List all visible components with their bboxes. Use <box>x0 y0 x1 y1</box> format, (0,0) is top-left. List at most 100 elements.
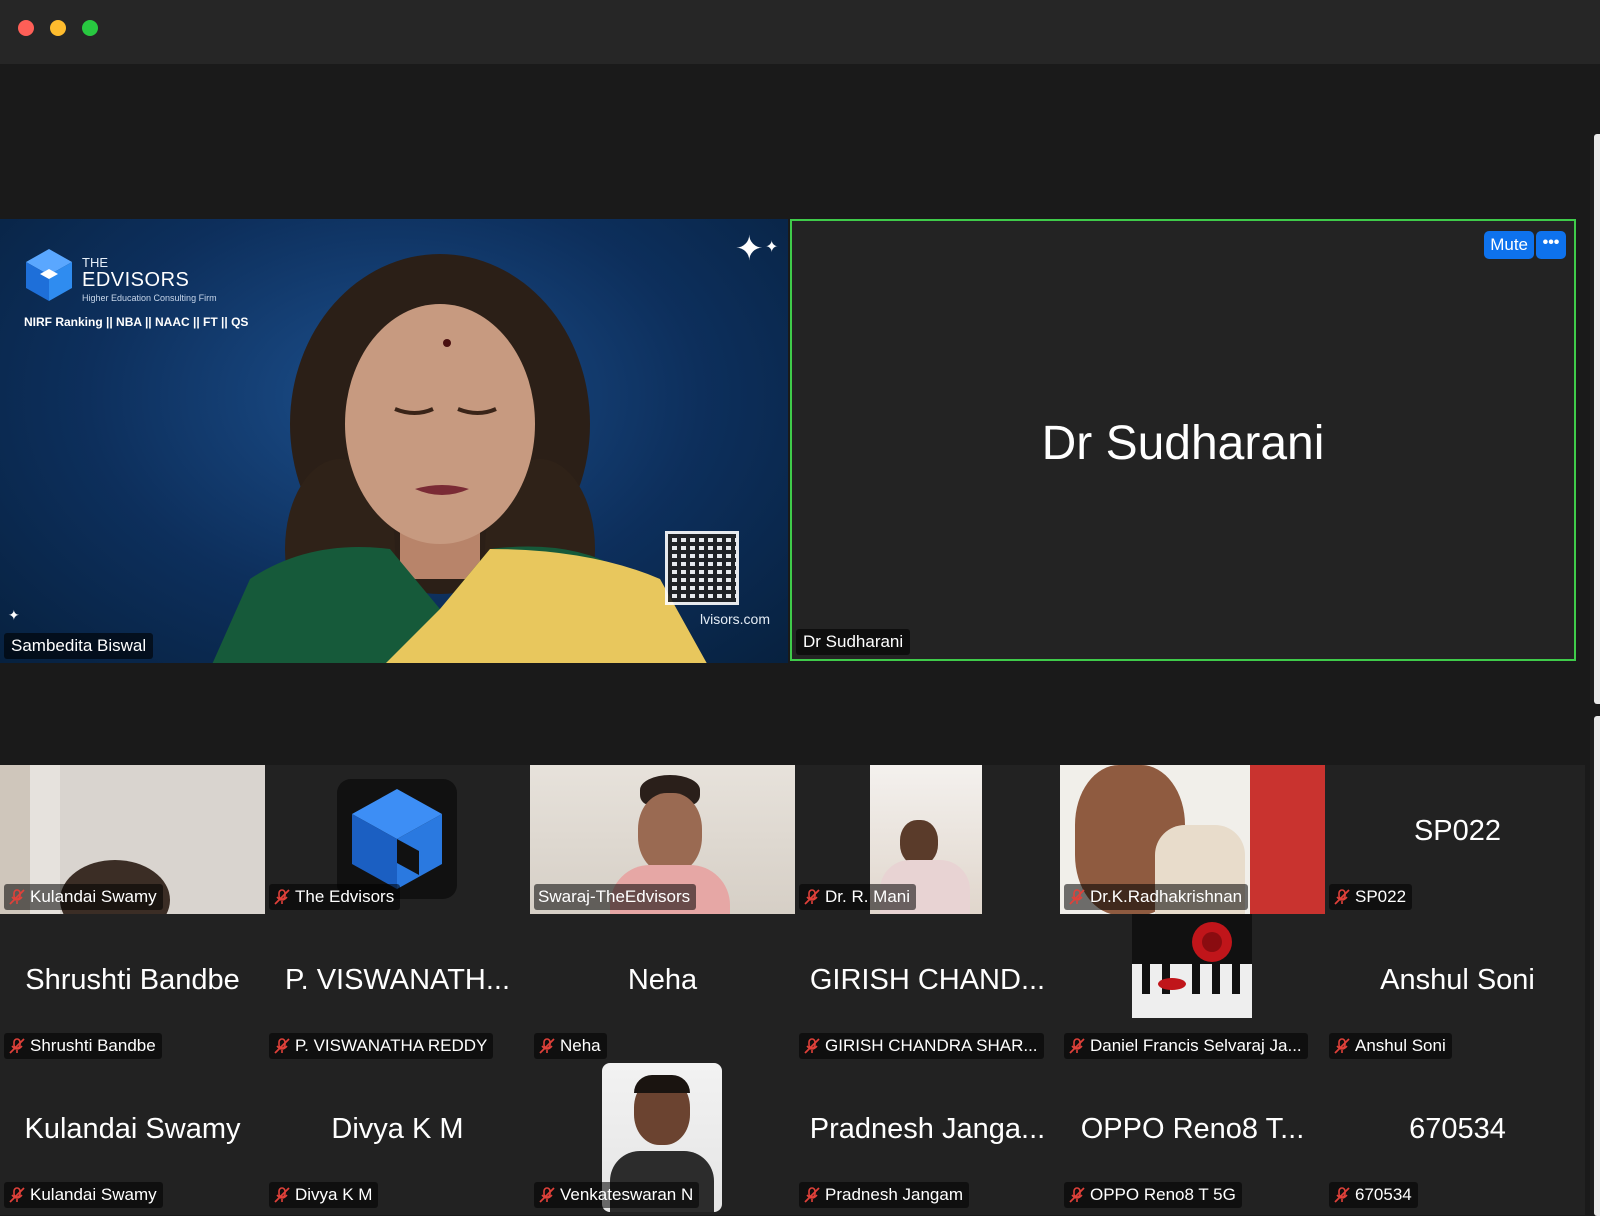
speaker-video-tile[interactable]: THE EDVISORS Higher Education Consulting… <box>0 219 788 663</box>
participant-tile[interactable]: The Edvisors <box>265 765 530 914</box>
participant-name-tag: Kulandai Swamy <box>4 1182 163 1208</box>
cube-logo-icon <box>26 249 72 301</box>
participant-display-name: GIRISH CHAND... <box>809 964 1046 996</box>
muted-mic-icon <box>1334 889 1350 905</box>
participant-name-tag: Dr.K.Radhakrishnan <box>1064 884 1249 910</box>
window-titlebar <box>0 0 1600 64</box>
scrollbar-lower[interactable] <box>1594 716 1600 1216</box>
participant-name-tag: 670534 <box>1329 1182 1418 1208</box>
participant-name: Swaraj-TheEdvisors <box>538 887 691 906</box>
participant-name-tag: Venkateswaran N <box>534 1182 700 1208</box>
participant-name-tag: Neha <box>534 1033 607 1059</box>
brand-the: THE <box>82 255 108 270</box>
muted-mic-icon <box>804 889 820 905</box>
participant-video <box>337 779 457 899</box>
participant-display-name: 670534 <box>1409 1113 1506 1145</box>
participant-name: 670534 <box>1355 1185 1412 1204</box>
participant-name: OPPO Reno8 T 5G <box>1090 1185 1236 1204</box>
participant-tile[interactable]: OPPO Reno8 T... OPPO Reno8 T 5G <box>1060 1063 1325 1212</box>
participant-display-name: SP022 <box>1413 815 1502 847</box>
participant-tile[interactable]: Dr.K.Radhakrishnan <box>1060 765 1325 914</box>
active-speaker-name-tag: Dr Sudharani <box>796 629 911 655</box>
participant-video <box>1132 914 1252 1018</box>
participant-name-tag: Kulandai Swamy <box>4 884 163 910</box>
muted-mic-icon <box>539 1187 555 1203</box>
minimize-window-button[interactable] <box>50 20 66 36</box>
participant-name: Neha <box>560 1036 601 1055</box>
participant-display-name: OPPO Reno8 T... <box>1080 1113 1305 1145</box>
participant-name: Dr.K.Radhakrishnan <box>1090 887 1243 906</box>
muted-mic-icon <box>274 889 290 905</box>
participant-name: SP022 <box>1355 887 1407 906</box>
participant-tile[interactable]: Kulandai Swamy <box>0 765 265 914</box>
muted-mic-icon <box>274 1187 290 1203</box>
participant-name-tag: The Edvisors <box>269 884 401 910</box>
background-url: lvisors.com <box>700 611 771 627</box>
participant-tile[interactable]: P. VISWANATH... P. VISWANATHA REDDY <box>265 914 530 1063</box>
participant-name: Venkateswaran N <box>560 1185 694 1204</box>
participant-display-name: Neha <box>627 964 698 996</box>
participant-tile[interactable]: Pradnesh Janga... Pradnesh Jangam <box>795 1063 1060 1212</box>
participant-display-name: P. VISWANATH... <box>284 964 511 996</box>
speaker-name-tag: Sambedita Biswal <box>4 633 154 659</box>
more-options-button[interactable]: ••• <box>1536 231 1566 259</box>
participant-name-tag: GIRISH CHANDRA SHAR... <box>799 1033 1044 1059</box>
active-speaker-tile[interactable]: Mute ••• Dr Sudharani Dr Sudharani <box>790 219 1576 661</box>
muted-mic-icon <box>804 1038 820 1054</box>
muted-mic-icon <box>1069 889 1085 905</box>
close-window-button[interactable] <box>18 20 34 36</box>
participant-name: Kulandai Swamy <box>30 887 157 906</box>
sparkle-icon: ✦ <box>765 239 779 256</box>
participant-name: Shrushti Bandbe <box>30 1036 156 1055</box>
participant-name: GIRISH CHANDRA SHAR... <box>825 1036 1038 1055</box>
participant-tile[interactable]: Daniel Francis Selvaraj Ja... <box>1060 914 1325 1063</box>
active-speaker-display-name: Dr Sudharani <box>1041 417 1325 470</box>
participant-tile[interactable]: Shrushti Bandbe Shrushti Bandbe <box>0 914 265 1063</box>
participant-name: Dr. R. Mani <box>825 887 911 906</box>
participant-tile[interactable]: Neha Neha <box>530 914 795 1063</box>
participant-tile[interactable]: Dr. R. Mani <box>795 765 1060 914</box>
participant-tile[interactable]: Divya K M Divya K M <box>265 1063 530 1212</box>
muted-mic-icon <box>804 1187 820 1203</box>
participant-display-name: Pradnesh Janga... <box>809 1113 1046 1145</box>
participant-tile[interactable]: Anshul Soni Anshul Soni <box>1325 914 1590 1063</box>
participant-display-name: Shrushti Bandbe <box>25 964 240 996</box>
participant-name: The Edvisors <box>295 887 395 906</box>
participant-name: Divya K M <box>295 1185 373 1204</box>
muted-mic-icon <box>9 889 25 905</box>
participant-name-tag: Divya K M <box>269 1182 379 1208</box>
participant-tile[interactable]: Venkateswaran N <box>530 1063 795 1212</box>
participant-tile[interactable]: SP022 SP022 <box>1325 765 1590 914</box>
muted-mic-icon <box>1334 1038 1350 1054</box>
qr-code <box>665 531 739 605</box>
participant-display-name: Anshul Soni <box>1380 964 1535 996</box>
participant-name-tag: Anshul Soni <box>1329 1033 1452 1059</box>
zoom-window-button[interactable] <box>82 20 98 36</box>
participant-name: P. VISWANATHA REDDY <box>295 1036 488 1055</box>
muted-mic-icon <box>274 1038 290 1054</box>
participant-name-tag: OPPO Reno8 T 5G <box>1064 1182 1242 1208</box>
participant-tile[interactable]: 670534 670534 <box>1325 1063 1590 1212</box>
muted-mic-icon <box>539 1038 555 1054</box>
participant-gallery: Kulandai Swamy The Edvisors Swaraj-TheEdvi… <box>0 765 1585 1215</box>
participant-name: Pradnesh Jangam <box>825 1185 963 1204</box>
mute-button[interactable]: Mute <box>1484 231 1534 259</box>
participant-name-tag: Dr. R. Mani <box>799 884 917 910</box>
muted-mic-icon <box>1069 1187 1085 1203</box>
scrollbar[interactable] <box>1594 134 1600 704</box>
participant-tile[interactable]: Kulandai Swamy Kulandai Swamy <box>0 1063 265 1212</box>
participant-tile[interactable]: GIRISH CHAND... GIRISH CHANDRA SHAR... <box>795 914 1060 1063</box>
participant-tile[interactable]: Swaraj-TheEdvisors <box>530 765 795 914</box>
participant-display-name: Kulandai Swamy <box>24 1113 241 1145</box>
participant-name: Kulandai Swamy <box>30 1185 157 1204</box>
participant-name-tag: SP022 <box>1329 884 1413 910</box>
participant-name-tag: Swaraj-TheEdvisors <box>534 884 697 910</box>
participant-name: Anshul Soni <box>1355 1036 1446 1055</box>
muted-mic-icon <box>1069 1038 1085 1054</box>
participant-name: Daniel Francis Selvaraj Ja... <box>1090 1036 1302 1055</box>
participant-name-tag: Daniel Francis Selvaraj Ja... <box>1064 1033 1308 1059</box>
muted-mic-icon <box>9 1038 25 1054</box>
brand-name: EDVISORS <box>82 269 190 291</box>
participant-name-tag: Shrushti Bandbe <box>4 1033 162 1059</box>
participant-name-tag: Pradnesh Jangam <box>799 1182 969 1208</box>
